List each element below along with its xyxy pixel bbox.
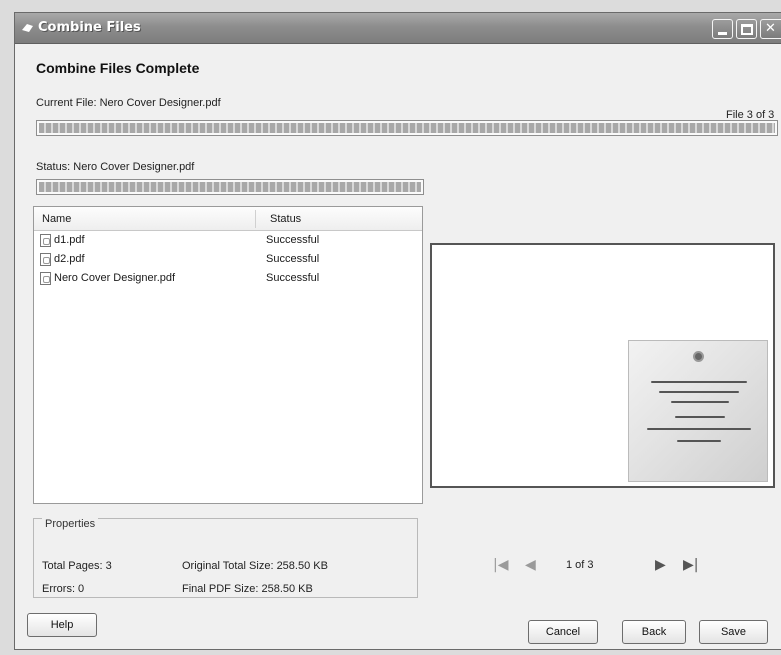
- help-button[interactable]: Help: [27, 613, 97, 637]
- pdf-file-icon: [40, 272, 51, 285]
- window-title: Combine Files: [38, 20, 141, 35]
- first-page-icon[interactable]: |◀: [493, 558, 508, 572]
- script-line: [671, 401, 729, 403]
- list-item[interactable]: d2.pdf Successful: [34, 251, 422, 269]
- close-button[interactable]: ✕: [760, 19, 781, 39]
- page-preview: [430, 243, 775, 488]
- column-header-status[interactable]: Status: [270, 213, 301, 225]
- window-icon: [22, 24, 33, 32]
- total-pages-label: Total Pages: 3: [42, 560, 112, 572]
- list-item[interactable]: Nero Cover Designer.pdf Successful: [34, 270, 422, 288]
- page-title: Combine Files Complete: [36, 60, 200, 76]
- emblem-icon: [693, 351, 704, 362]
- properties-title: Properties: [42, 518, 99, 530]
- page-thumbnail: [628, 340, 768, 482]
- pdf-file-icon: [40, 253, 51, 266]
- file-name: d2.pdf: [54, 253, 85, 265]
- maximize-button[interactable]: [736, 19, 757, 39]
- properties-group: Properties Total Pages: 3 Errors: 0 Orig…: [33, 518, 418, 598]
- file-status: Successful: [266, 253, 320, 265]
- page-indicator: 1 of 3: [566, 559, 594, 571]
- title-bar[interactable]: Combine Files ✕: [15, 13, 781, 44]
- final-size-label: Final PDF Size: 258.50 KB: [182, 583, 313, 595]
- combine-files-window: Combine Files ✕ Combine Files Complete C…: [14, 12, 781, 650]
- script-line: [659, 391, 739, 393]
- status-progress-fill: [39, 182, 421, 192]
- current-file-progress-fill: [39, 123, 775, 133]
- pdf-file-icon: [40, 234, 51, 247]
- maximize-icon: [741, 24, 753, 35]
- errors-label: Errors: 0: [42, 583, 85, 595]
- status-progress-bar: [36, 179, 424, 195]
- back-button[interactable]: Back: [622, 620, 686, 644]
- column-header-name[interactable]: Name: [42, 213, 71, 225]
- previous-page-icon[interactable]: ◀: [525, 558, 536, 572]
- script-line: [677, 440, 721, 442]
- file-list-header: Name Status: [34, 207, 422, 231]
- close-icon: ✕: [765, 21, 776, 36]
- file-name: Nero Cover Designer.pdf: [54, 272, 176, 284]
- script-line: [647, 428, 751, 430]
- current-file-progress-bar: [36, 120, 778, 136]
- script-line: [675, 416, 725, 418]
- next-page-icon[interactable]: ▶: [655, 558, 666, 572]
- file-status: Successful: [266, 272, 320, 284]
- status-label: Status: Nero Cover Designer.pdf: [36, 161, 195, 173]
- save-button[interactable]: Save: [699, 620, 768, 644]
- list-item[interactable]: d1.pdf Successful: [34, 232, 422, 250]
- last-page-icon[interactable]: ▶|: [683, 558, 698, 572]
- minimize-icon: [718, 32, 727, 35]
- file-list[interactable]: Name Status d1.pdf Successful d2.pdf Suc…: [33, 206, 423, 504]
- column-separator[interactable]: [255, 210, 256, 228]
- original-size-label: Original Total Size: 258.50 KB: [182, 560, 328, 572]
- minimize-button[interactable]: [712, 19, 733, 39]
- file-status: Successful: [266, 234, 320, 246]
- script-line: [651, 381, 747, 383]
- file-name: d1.pdf: [54, 234, 85, 246]
- cancel-button[interactable]: Cancel: [528, 620, 598, 644]
- current-file-label: Current File: Nero Cover Designer.pdf: [36, 97, 221, 109]
